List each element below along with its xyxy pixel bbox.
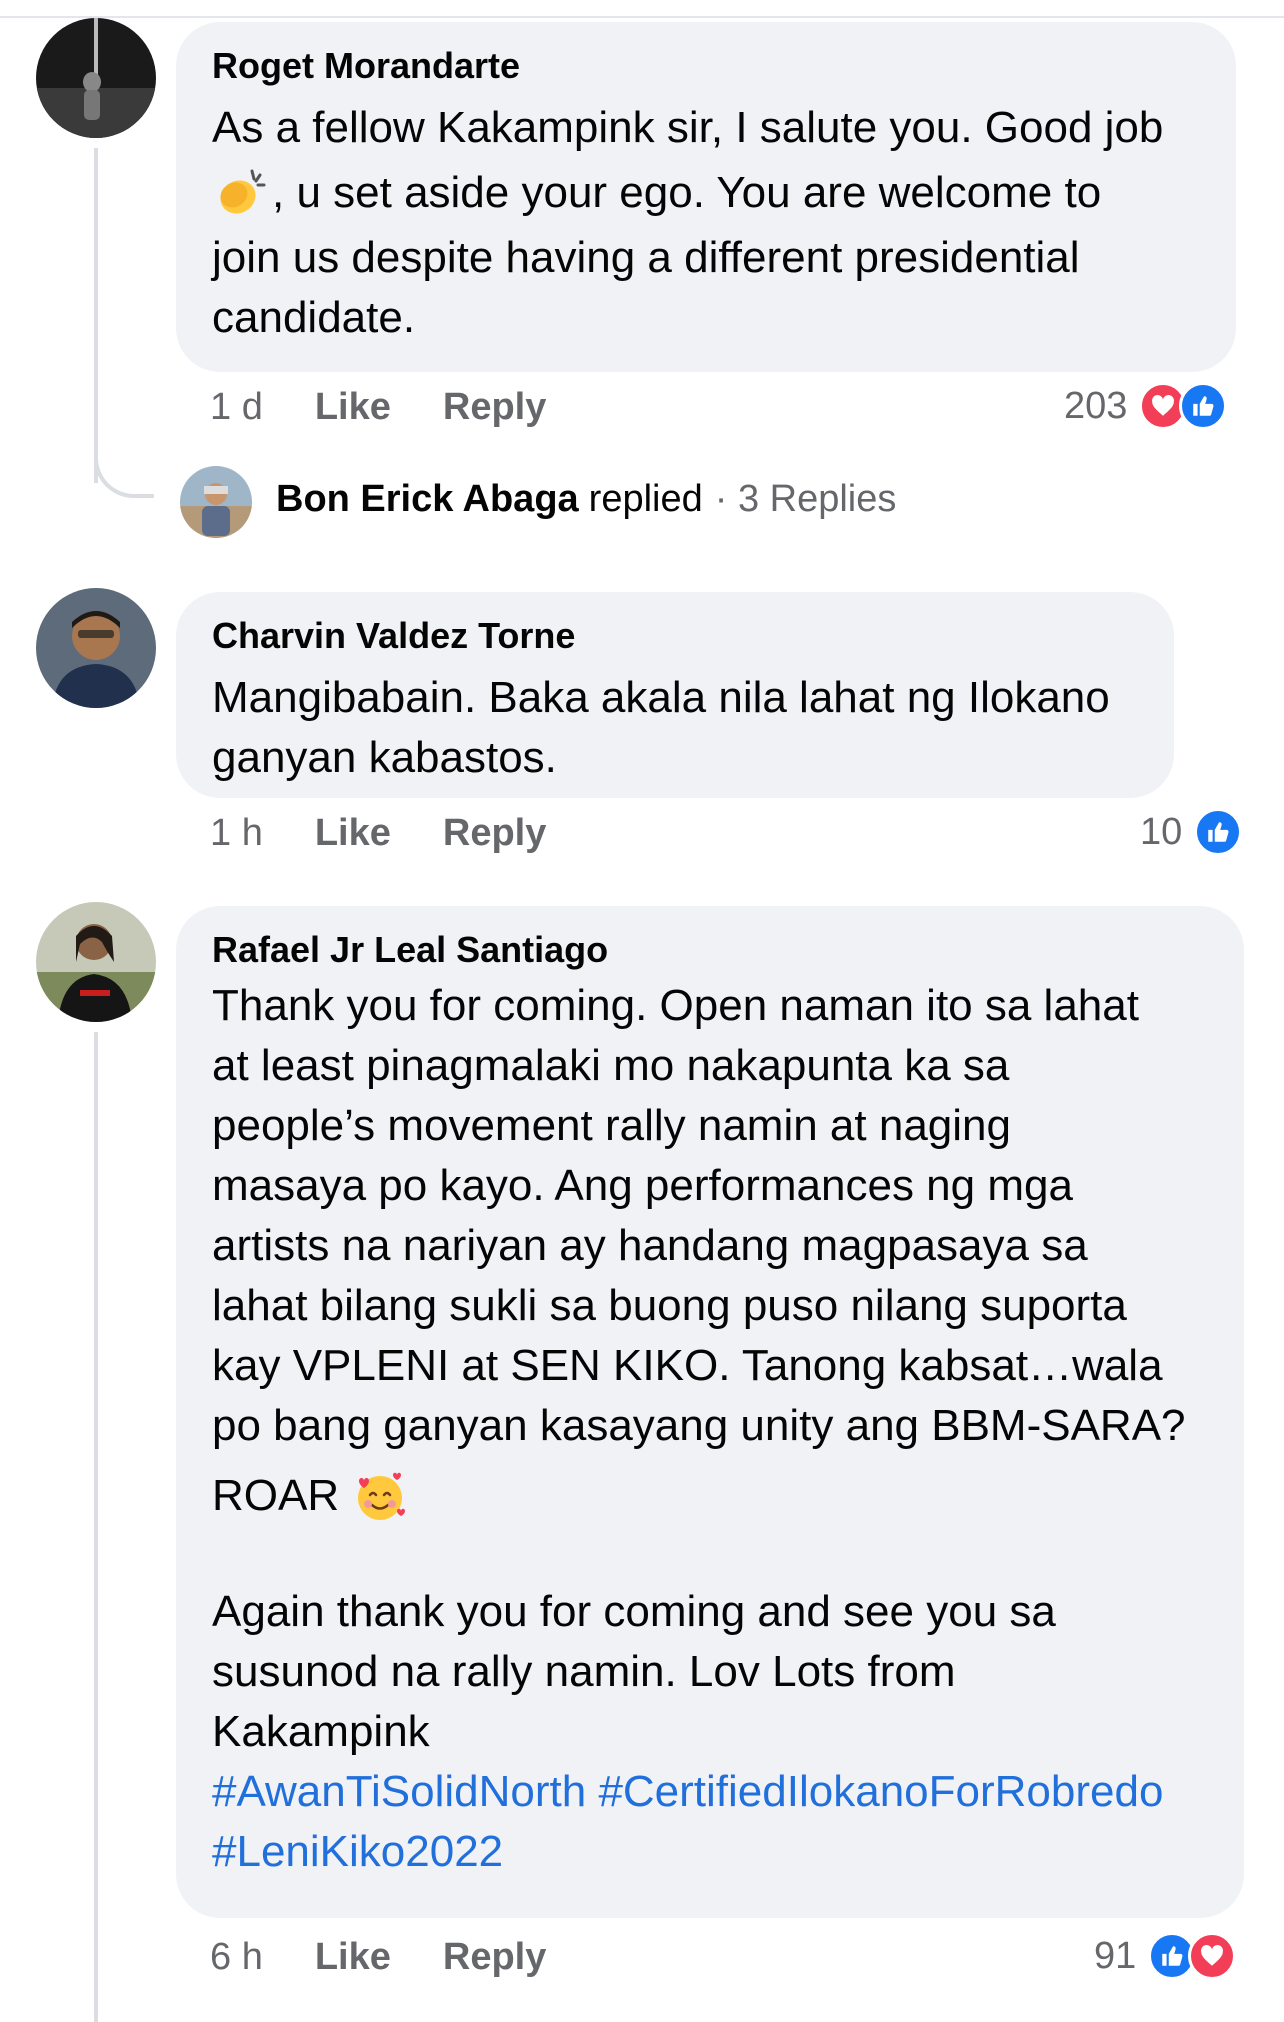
hashtag-link[interactable]: #CertifiedIlokanoForRobredo	[598, 1767, 1163, 1816]
comment-text-line: , u set aside your ego. You are welcome …	[212, 158, 1200, 228]
comment-author[interactable]: Rafael Jr Leal Santiago	[212, 928, 1208, 972]
thumbs-up-reaction-icon	[1179, 382, 1228, 430]
comment-time[interactable]: 1 h	[210, 812, 263, 855]
like-button[interactable]: Like	[315, 1936, 391, 1979]
avatar[interactable]	[36, 902, 156, 1022]
comment-bubble: Roget Morandarte As a fellow Kakampink s…	[176, 22, 1236, 372]
comment-text-line: masaya po kayo. Ang performances ng mga	[212, 1161, 1073, 1210]
hashtag-line: #AwanTiSolidNorth #CertifiedIlokanoForRo…	[212, 1762, 1208, 1822]
view-replies-link[interactable]: Bon Erick Abaga replied · 3 Replies	[276, 478, 896, 521]
comment-text-line: candidate.	[212, 293, 416, 342]
comment-text-line: kay VPLENI at SEN KIKO. Tanong kabsat…wa…	[212, 1341, 1163, 1390]
thread-line-curve	[94, 440, 154, 498]
reaction-count: 10	[1140, 810, 1183, 853]
thread-line	[94, 1032, 98, 2022]
comment-text-line: Mangibabain. Baka akala nila lahat ng Il…	[212, 673, 1110, 722]
comment-author[interactable]: Charvin Valdez Torne	[212, 614, 1138, 658]
reaction-summary[interactable]: 10	[1140, 808, 1243, 856]
comment-text-line: As a fellow Kakampink sir, I salute you.…	[212, 103, 1164, 152]
like-button[interactable]: Like	[315, 386, 391, 429]
hashtag-link[interactable]: #LeniKiko2022	[212, 1827, 503, 1876]
reply-button[interactable]: Reply	[443, 386, 546, 429]
reply-count: · 3 Replies	[714, 478, 897, 520]
thumbs-up-reaction-icon	[1194, 808, 1243, 856]
reply-button[interactable]: Reply	[443, 812, 546, 855]
comment-text-line: ROAR	[212, 1456, 1208, 1536]
reaction-summary[interactable]: 91	[1094, 1932, 1237, 1980]
comment-text-line: artists na nariyan ay handang magpasaya …	[212, 1221, 1088, 1270]
comment-time[interactable]: 1 d	[210, 386, 263, 429]
comment-meta: 1 d Like Reply	[210, 386, 546, 429]
top-divider	[0, 0, 1284, 18]
avatar[interactable]	[36, 18, 156, 138]
reply-button[interactable]: Reply	[443, 1936, 546, 1979]
comment-time[interactable]: 6 h	[210, 1936, 263, 1979]
smiling-face-with-hearts-icon	[351, 1467, 409, 1525]
reply-author: Bon Erick Abaga	[276, 478, 579, 520]
hashtag-line: #LeniKiko2022	[212, 1822, 1208, 1882]
comment-text-line	[212, 1536, 1208, 1582]
reply-verb: replied	[588, 478, 703, 520]
like-button[interactable]: Like	[315, 812, 391, 855]
hashtag-link[interactable]: #AwanTiSolidNorth	[212, 1767, 586, 1816]
reaction-summary[interactable]: 203	[1064, 382, 1228, 430]
comment-author[interactable]: Roget Morandarte	[212, 44, 1200, 88]
reaction-count: 91	[1094, 1934, 1137, 1977]
comment-bubble: Charvin Valdez Torne Mangibabain. Baka a…	[176, 592, 1174, 798]
clapping-hands-icon	[212, 165, 268, 221]
avatar[interactable]	[36, 588, 156, 708]
reply-avatar[interactable]	[180, 466, 252, 538]
comment-bubble: Rafael Jr Leal Santiago Thank you for co…	[176, 906, 1244, 1918]
comment-text-line: Thank you for coming. Open naman ito sa …	[212, 981, 1139, 1030]
comment-meta: 1 h Like Reply	[210, 812, 546, 855]
comment-text-line: susunod na rally namin. Lov Lots from	[212, 1647, 956, 1696]
thread-line	[94, 148, 98, 483]
comment-text-line: Kakampink	[212, 1707, 430, 1756]
comment-text-line: people’s movement rally namin at naging	[212, 1101, 1011, 1150]
comment-text-line: join us despite having a different presi…	[212, 233, 1080, 282]
reaction-count: 203	[1064, 384, 1128, 427]
heart-reaction-icon	[1188, 1932, 1237, 1980]
comment-text-line: lahat bilang sukli sa buong puso nilang …	[212, 1281, 1127, 1330]
comment-text-line: po bang ganyan kasayang unity ang BBM-SA…	[212, 1401, 1186, 1450]
comment-text-line: ganyan kabastos.	[212, 733, 557, 782]
comment-text-line: Again thank you for coming and see you s…	[212, 1587, 1056, 1636]
comment-text-line: at least pinagmalaki mo nakapunta ka sa	[212, 1041, 1010, 1090]
comment-meta: 6 h Like Reply	[210, 1936, 546, 1979]
